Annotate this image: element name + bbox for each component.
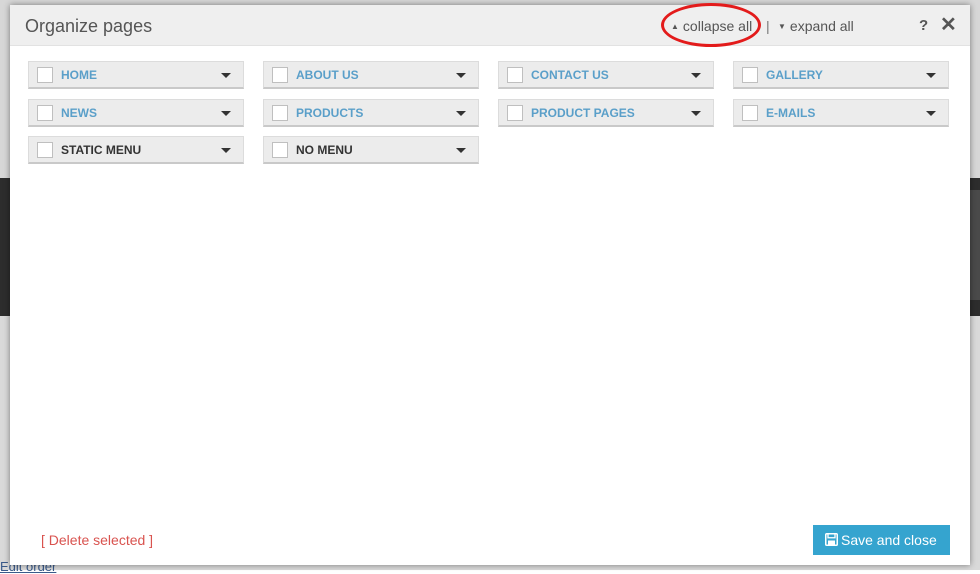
save-and-close-button[interactable]: Save and close (813, 525, 950, 555)
page-item-home[interactable]: HOME (28, 61, 244, 89)
triangle-up-icon: ▲ (671, 22, 679, 31)
caret-down-icon[interactable] (221, 148, 231, 153)
caret-down-icon[interactable] (221, 73, 231, 78)
header-separator: | (766, 18, 770, 34)
caret-down-icon[interactable] (456, 73, 466, 78)
page-checkbox[interactable] (272, 142, 288, 158)
help-icon[interactable]: ? (919, 17, 928, 35)
page-item-label: ABOUT US (296, 68, 359, 82)
page-item-label: PRODUCTS (296, 106, 364, 120)
page-item-label: NEWS (61, 106, 97, 120)
expand-all-link[interactable]: ▼ expand all (778, 18, 854, 35)
page-item-no-menu[interactable]: NO MENU (263, 136, 479, 164)
page-item-e-mails[interactable]: E-MAILS (733, 99, 949, 127)
save-and-close-label: Save and close (841, 532, 937, 548)
collapse-all-label: collapse all (682, 18, 753, 34)
page-checkbox[interactable] (37, 67, 53, 83)
page-checkbox[interactable] (507, 105, 523, 121)
page-item-gallery[interactable]: GALLERY (733, 61, 949, 89)
caret-down-icon[interactable] (456, 111, 466, 116)
page-item-label: CONTACT US (531, 68, 609, 82)
page-item-label: GALLERY (766, 68, 823, 82)
close-icon[interactable]: ✕ (940, 15, 957, 35)
caret-down-icon[interactable] (221, 111, 231, 116)
modal-header: Organize pages ▲ collapse all | ▼ expand a… (10, 3, 970, 47)
expand-all-label: expand all (789, 18, 854, 34)
page-item-contact-us[interactable]: CONTACT US (498, 61, 714, 89)
page-item-news[interactable]: NEWS (28, 99, 244, 127)
page-item-label: STATIC MENU (61, 143, 142, 157)
caret-down-icon[interactable] (456, 148, 466, 153)
page-item-label: HOME (61, 68, 97, 82)
page-item-product-pages[interactable]: PRODUCT PAGES (498, 99, 714, 127)
organize-pages-modal: Organize pages ▲ collapse all | ▼ expand a… (10, 3, 970, 565)
collapse-all-link[interactable]: ▲ collapse all (671, 18, 752, 35)
page-item-about-us[interactable]: ABOUT US (263, 61, 479, 89)
page-item-label: PRODUCT PAGES (531, 106, 635, 120)
page-item-label: E-MAILS (766, 106, 816, 120)
page-checkbox[interactable] (507, 67, 523, 83)
page-checkbox[interactable] (272, 67, 288, 83)
page-checkbox[interactable] (742, 67, 758, 83)
page-checkbox[interactable] (742, 105, 758, 121)
page-checkbox[interactable] (37, 142, 53, 158)
page-item-static-menu[interactable]: STATIC MENU (28, 136, 244, 164)
page-item-label: NO MENU (296, 143, 353, 157)
caret-down-icon[interactable] (926, 73, 936, 78)
caret-down-icon[interactable] (926, 111, 936, 116)
delete-selected-link[interactable]: [ Delete selected ] (41, 532, 153, 548)
triangle-down-icon: ▼ (778, 22, 786, 31)
page-checkbox[interactable] (272, 105, 288, 121)
page-checkbox[interactable] (37, 105, 53, 121)
modal-title: Organize pages (25, 16, 153, 36)
caret-down-icon[interactable] (691, 73, 701, 78)
page-item-products[interactable]: PRODUCTS (263, 99, 479, 127)
floppy-disk-icon (825, 533, 838, 546)
caret-down-icon[interactable] (691, 111, 701, 116)
